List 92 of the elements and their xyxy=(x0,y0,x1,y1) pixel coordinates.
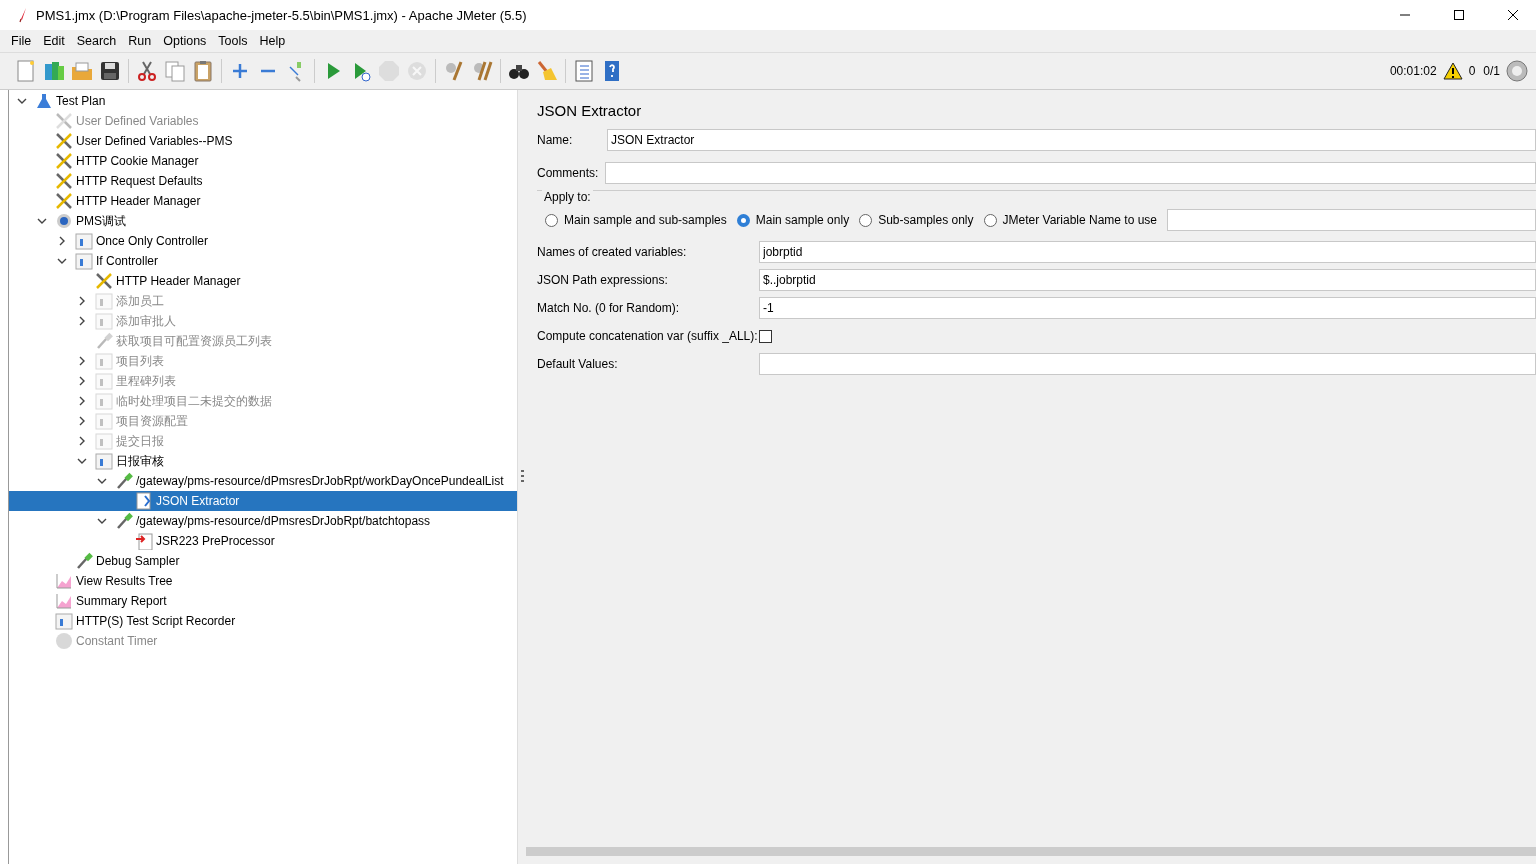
books-icon[interactable] xyxy=(42,59,66,83)
window-icon xyxy=(95,392,113,410)
tree-item[interactable]: HTTP(S) Test Script Recorder xyxy=(76,614,236,628)
window-icon xyxy=(95,452,113,470)
save-icon[interactable] xyxy=(98,59,122,83)
circle-icon xyxy=(1506,60,1528,82)
tree-item[interactable]: Debug Sampler xyxy=(96,554,180,568)
variable-name-field[interactable] xyxy=(1167,209,1536,231)
clipboard-icon[interactable] xyxy=(191,59,215,83)
tree-item[interactable]: HTTP Header Manager xyxy=(116,274,241,288)
pipette-icon xyxy=(95,332,113,350)
name-field[interactable]: JSON Extractor xyxy=(607,129,1536,151)
input-field[interactable] xyxy=(759,353,1536,375)
radio-label[interactable]: Sub-samples only xyxy=(878,213,974,227)
menu-item[interactable]: Tools xyxy=(218,34,248,48)
radio-button[interactable] xyxy=(983,213,997,227)
pipette-icon xyxy=(75,552,93,570)
field-label: Default Values: xyxy=(537,357,619,371)
radio-button[interactable] xyxy=(736,213,750,227)
pipette-icon xyxy=(115,512,133,530)
radio-label[interactable]: Main sample only xyxy=(755,213,850,227)
radio-label[interactable]: JMeter Variable Name to use xyxy=(1002,213,1158,227)
tree-item[interactable]: HTTP Cookie Manager xyxy=(76,154,199,168)
field-label: Match No. (0 for Random): xyxy=(537,301,681,315)
tree-item[interactable]: If Controller xyxy=(96,254,159,268)
menu-item[interactable]: Search xyxy=(76,34,117,48)
comments-field[interactable] xyxy=(605,162,1536,184)
menu-item[interactable]: Edit xyxy=(43,34,65,48)
field-label: Names of created variables: xyxy=(537,245,688,259)
tree-item[interactable]: Test Plan xyxy=(56,94,106,108)
input-field[interactable]: $..jobrptid xyxy=(759,269,1536,291)
checkbox[interactable] xyxy=(759,329,772,343)
radio-button[interactable] xyxy=(859,213,873,227)
input-field[interactable]: jobrptid xyxy=(759,241,1536,263)
flask-icon xyxy=(35,92,53,110)
maximize-icon[interactable] xyxy=(1453,9,1465,21)
chevron-icon[interactable] xyxy=(77,456,87,466)
chevron-icon[interactable] xyxy=(97,476,107,486)
tree-item[interactable]: View Results Tree xyxy=(76,574,173,588)
selected-row[interactable]: JSON Extractor xyxy=(9,491,517,511)
window-title: PMS1.jmx (D:\Program Files\apache-jmeter-5.5\bin\PMS1.jmx) - Apache JMeter (5.5) xyxy=(36,7,527,23)
window-icon xyxy=(95,312,113,330)
pipette-icon xyxy=(115,472,133,490)
window-icon xyxy=(55,612,73,630)
document-arrow-icon xyxy=(135,532,153,550)
chevron-icon[interactable] xyxy=(17,96,27,106)
tree-item[interactable]: HTTP Request Defaults xyxy=(76,174,203,188)
tree-item[interactable]: User Defined Variables--PMS xyxy=(76,134,233,148)
tree-item[interactable]: HTTP Header Manager xyxy=(76,194,201,208)
tree-item[interactable]: JSR223 PreProcessor xyxy=(156,534,275,548)
tree-item[interactable]: Once Only Controller xyxy=(96,234,209,248)
scissors-icon[interactable] xyxy=(135,59,159,83)
tree-item[interactable]: JSON Extractor xyxy=(156,494,240,508)
chevron-icon[interactable] xyxy=(57,256,67,266)
tree-item[interactable]: 日报审核 xyxy=(116,452,164,470)
close-icon[interactable] xyxy=(1507,9,1519,21)
window-icon xyxy=(75,252,93,270)
input-field[interactable]: -1 xyxy=(759,297,1536,319)
field-label: Compute concatenation var (suffix _ALL): xyxy=(537,329,755,343)
chart-icon xyxy=(55,592,73,610)
thread-count: 0/1 xyxy=(1483,64,1500,78)
tree-item[interactable]: /gateway/pms-resource/dPmsresDrJobRpt/workDayOncePundealList xyxy=(136,474,504,488)
chevron-icon[interactable] xyxy=(37,216,47,226)
radio-button[interactable] xyxy=(545,213,558,227)
menu-item[interactable]: Help xyxy=(259,34,286,48)
field-label: Name: xyxy=(537,133,574,147)
window-icon xyxy=(95,412,113,430)
list-icon[interactable] xyxy=(572,59,596,83)
panel-title: JSON Extractor xyxy=(537,102,643,119)
tree-item[interactable]: /gateway/pms-resource/dPmsresDrJobRpt/batchtopass xyxy=(136,514,431,528)
splitter-handle[interactable] xyxy=(520,470,524,484)
warning-count: 0 xyxy=(1468,64,1476,78)
window-icon xyxy=(75,232,93,250)
window-icon xyxy=(95,352,113,370)
tree-item[interactable]: Summary Report xyxy=(76,594,167,608)
radio-label[interactable]: Main sample and sub-samples xyxy=(564,213,727,227)
tree-item[interactable]: PMS调试 xyxy=(76,212,126,230)
chevron-icon[interactable] xyxy=(57,236,67,246)
menu-item[interactable]: File xyxy=(11,34,32,48)
menu-item[interactable]: Options xyxy=(163,34,207,48)
horizontal-scrollbar[interactable] xyxy=(526,847,1536,856)
field-label: JSON Path expressions: xyxy=(537,273,669,287)
group-label: Apply to: xyxy=(542,190,593,204)
menu-item[interactable]: Run xyxy=(128,34,152,48)
chevron-icon[interactable] xyxy=(97,516,107,526)
chart-icon xyxy=(55,572,73,590)
warning-icon xyxy=(1442,62,1463,80)
field-label: Comments: xyxy=(537,166,600,180)
window-icon xyxy=(95,372,113,390)
window-icon xyxy=(95,292,113,310)
elapsed-time: 00:01:02 xyxy=(1389,64,1437,78)
window-icon xyxy=(95,432,113,450)
